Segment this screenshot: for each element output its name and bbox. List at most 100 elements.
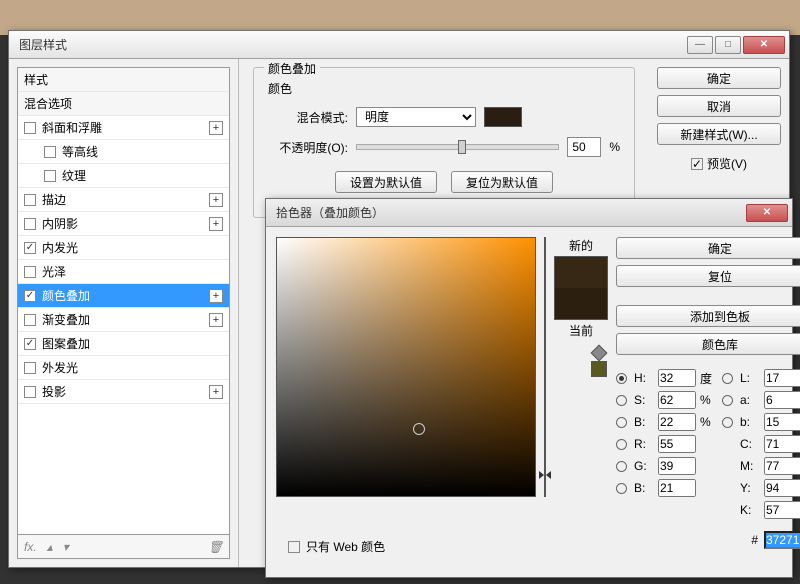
r-input[interactable] — [658, 435, 696, 453]
s-input[interactable] — [658, 391, 696, 409]
r-radio[interactable] — [616, 439, 627, 450]
blend-options-header[interactable]: 混合选项 — [18, 92, 229, 116]
blue-input[interactable] — [658, 479, 696, 497]
b-radio[interactable] — [722, 417, 733, 428]
m-input[interactable] — [764, 457, 800, 475]
color-overlay-group: 颜色叠加 颜色 混合模式: 明度 不透明度(O): % 设置为默认值 复位为默认… — [253, 67, 635, 218]
color-picker-dialog: 拾色器（叠加颜色） ✕ 只有 Web 颜色 新的 当前 确定 复位 添加到色板 — [265, 198, 793, 578]
s-radio[interactable] — [616, 395, 627, 406]
overlay-color-swatch[interactable] — [484, 107, 522, 127]
web-only-checkbox[interactable]: 只有 Web 颜色 — [288, 538, 385, 555]
nearest-web-swatch[interactable] — [591, 361, 607, 377]
minimize-button[interactable]: — — [687, 36, 713, 54]
group-subtitle: 颜色 — [268, 80, 620, 97]
style-item[interactable]: 渐变叠加+ — [18, 308, 229, 332]
set-default-button[interactable]: 设置为默认值 — [335, 171, 437, 193]
picker-reset-button[interactable]: 复位 — [616, 265, 800, 287]
style-item[interactable]: 等高线 — [18, 140, 229, 164]
b-input[interactable] — [764, 413, 800, 431]
bv-input[interactable] — [658, 413, 696, 431]
style-item[interactable]: 纹理 — [18, 164, 229, 188]
new-color-swatch — [555, 257, 607, 288]
opacity-unit: % — [609, 140, 620, 154]
reset-default-button[interactable]: 复位为默认值 — [451, 171, 553, 193]
cube-icon — [591, 345, 608, 362]
a-radio[interactable] — [722, 395, 733, 406]
styles-header[interactable]: 样式 — [18, 68, 229, 92]
opacity-label: 不透明度(O): — [268, 139, 348, 156]
add-effect-icon[interactable]: + — [209, 217, 223, 231]
style-item[interactable]: 投影 + — [18, 380, 229, 404]
style-label: 等高线 — [62, 143, 98, 160]
style-label: 描边 — [42, 191, 66, 208]
blend-mode-select[interactable]: 明度 — [356, 107, 476, 127]
style-item[interactable]: ✓内发光 — [18, 236, 229, 260]
new-style-button[interactable]: 新建样式(W)... — [657, 123, 781, 145]
cancel-button[interactable]: 取消 — [657, 95, 781, 117]
k-input[interactable] — [764, 501, 800, 519]
opacity-slider[interactable] — [356, 144, 559, 150]
style-label: 图案叠加 — [42, 335, 90, 352]
style-checkbox[interactable] — [44, 146, 56, 158]
style-item[interactable]: 光泽 — [18, 260, 229, 284]
g-input[interactable] — [658, 457, 696, 475]
l-radio[interactable] — [722, 373, 733, 384]
style-label: 颜色叠加 — [42, 287, 90, 304]
style-item[interactable]: 斜面和浮雕+ — [18, 116, 229, 140]
style-checkbox[interactable]: ✓ — [24, 290, 36, 302]
picker-titlebar[interactable]: 拾色器（叠加颜色） ✕ — [266, 199, 792, 227]
style-item[interactable]: 外发光 — [18, 356, 229, 380]
down-icon[interactable]: ▾ — [63, 540, 69, 554]
style-label: 投影 — [42, 383, 66, 400]
ok-button[interactable]: 确定 — [657, 67, 781, 89]
layer-style-titlebar[interactable]: 图层样式 — □ ✕ — [9, 31, 789, 59]
current-label: 当前 — [569, 322, 593, 339]
add-effect-icon[interactable]: + — [209, 193, 223, 207]
color-library-button[interactable]: 颜色库 — [616, 333, 800, 355]
style-label: 光泽 — [42, 263, 66, 280]
trash-icon[interactable]: 🗑 — [208, 540, 223, 554]
up-icon[interactable]: ▴ — [47, 540, 53, 554]
color-preview[interactable] — [554, 256, 608, 320]
y-input[interactable] — [764, 479, 800, 497]
style-checkbox[interactable]: ✓ — [24, 242, 36, 254]
h-radio[interactable] — [616, 373, 627, 384]
layer-style-title: 图层样式 — [19, 36, 685, 53]
opacity-input[interactable] — [567, 137, 601, 157]
add-effect-icon[interactable]: + — [209, 385, 223, 399]
hex-input[interactable] — [764, 531, 800, 549]
add-effect-icon[interactable]: + — [209, 121, 223, 135]
picker-ok-button[interactable]: 确定 — [616, 237, 800, 259]
add-swatch-button[interactable]: 添加到色板 — [616, 305, 800, 327]
style-checkbox[interactable] — [24, 266, 36, 278]
color-field[interactable] — [276, 237, 536, 497]
add-effect-icon[interactable]: + — [209, 289, 223, 303]
style-checkbox[interactable] — [24, 362, 36, 374]
style-checkbox[interactable] — [24, 314, 36, 326]
style-item[interactable]: 描边 + — [18, 188, 229, 212]
style-item[interactable]: 内阴影+ — [18, 212, 229, 236]
g-radio[interactable] — [616, 461, 627, 472]
add-effect-icon[interactable]: + — [209, 313, 223, 327]
style-checkbox[interactable]: ✓ — [24, 338, 36, 350]
a-input[interactable] — [764, 391, 800, 409]
bv-radio[interactable] — [616, 417, 627, 428]
style-checkbox[interactable] — [44, 170, 56, 182]
h-input[interactable] — [658, 369, 696, 387]
blue-radio[interactable] — [616, 483, 627, 494]
close-button[interactable]: ✕ — [743, 36, 785, 54]
style-checkbox[interactable] — [24, 122, 36, 134]
preview-checkbox[interactable]: ✓ 预览(V) — [657, 155, 781, 172]
new-label: 新的 — [569, 237, 593, 254]
style-item[interactable]: ✓ 颜色叠加 + — [18, 284, 229, 308]
c-input[interactable] — [764, 435, 800, 453]
style-checkbox[interactable] — [24, 194, 36, 206]
picker-close-button[interactable]: ✕ — [746, 204, 788, 222]
l-input[interactable] — [764, 369, 800, 387]
fx-menu[interactable]: fx. — [24, 540, 37, 554]
style-checkbox[interactable] — [24, 386, 36, 398]
style-checkbox[interactable] — [24, 218, 36, 230]
hue-slider[interactable] — [544, 237, 546, 497]
maximize-button[interactable]: □ — [715, 36, 741, 54]
style-item[interactable]: ✓ 图案叠加 — [18, 332, 229, 356]
